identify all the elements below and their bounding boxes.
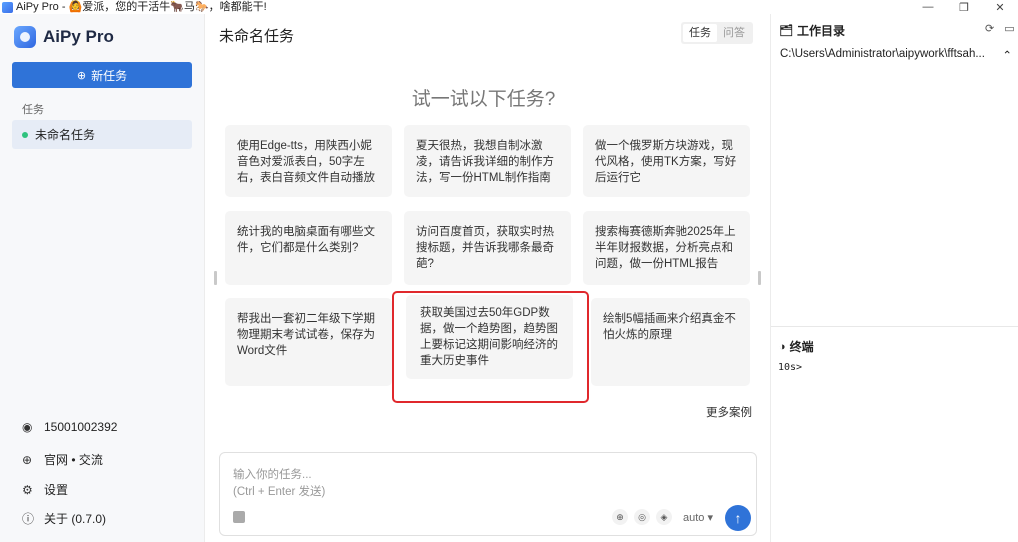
example-card[interactable]: 搜索梅赛德斯奔驰2025年上半年财报数据，分析亮点和问题，做一份HTML报告 bbox=[583, 211, 750, 285]
window-titlebar: AiPy Pro - 🙆爱派，您的干活牛🐂马🐎，啥都能干! — ❐ ✕ bbox=[0, 0, 1018, 14]
example-card[interactable]: 帮我出一套初二年级下学期物理期末考试试卷，保存为Word文件 bbox=[225, 298, 392, 386]
workdir-path-row[interactable]: C:\Users\Administrator\aipywork\fftsah..… bbox=[780, 48, 1012, 62]
logo-text: AiPy Pro bbox=[43, 27, 114, 46]
terminal-output: 10s> bbox=[778, 362, 803, 373]
right-panel: 🗂 工作目录 ⟳ ▭ C:\Users\Administrator\aipywo… bbox=[770, 14, 1018, 542]
task-input-placeholder: 输入你的任务... (Ctrl + Enter 发送) bbox=[233, 467, 325, 501]
minimize-button[interactable]: — bbox=[910, 0, 946, 14]
scroll-left-marker bbox=[214, 271, 217, 285]
app-icon bbox=[2, 1, 13, 13]
terminal-icon: ◑ bbox=[779, 340, 786, 353]
example-card-text: 做一个俄罗斯方块游戏，现代风格，使用TK方案，写好后运行它 bbox=[595, 140, 737, 184]
account-label: 15001002392 bbox=[44, 420, 118, 434]
more-examples-link[interactable]: 更多案例 bbox=[706, 404, 752, 420]
workdir-title: 工作目录 bbox=[796, 24, 845, 38]
open-folder-icon[interactable]: ▭ bbox=[1004, 22, 1014, 35]
gear-icon: ⚙ bbox=[22, 482, 33, 497]
about-label: 关于 (0.7.0) bbox=[44, 512, 107, 526]
new-task-label: 新任务 bbox=[91, 68, 128, 83]
terminal-header: ◑ 终端 bbox=[779, 338, 814, 355]
chevron-up-icon[interactable]: ⌃ bbox=[1002, 48, 1012, 62]
new-task-icon: ⊕ bbox=[76, 69, 87, 82]
tab-qa[interactable]: 问答 bbox=[717, 24, 751, 42]
app-logo: AiPy Pro bbox=[14, 26, 114, 48]
example-card[interactable]: 夏天很热，我想自制冰激凌，请告诉我详细的制作方法，写一份HTML制作指南 bbox=[404, 125, 571, 197]
tasks-section-label: 任务 bbox=[22, 104, 44, 116]
example-card-text: 访问百度首页，获取实时热搜标题，并告诉我哪条最奇葩? bbox=[416, 226, 554, 270]
example-card[interactable]: 统计我的电脑桌面有哪些文件，它们都是什么类别? bbox=[225, 211, 392, 285]
account-item[interactable]: ◉ 15001002392 bbox=[22, 420, 202, 434]
example-card[interactable]: 使用Edge-tts，用陕西小妮音色对爱派表白，50字左右，表白音频文件自动播放 bbox=[225, 125, 392, 197]
mode-switch: 任务 问答 bbox=[681, 22, 753, 44]
send-button[interactable]: ↑ bbox=[725, 505, 751, 531]
info-icon: ⓘ bbox=[22, 512, 35, 526]
example-card-text: 统计我的电脑桌面有哪些文件，它们都是什么类别? bbox=[237, 226, 375, 254]
page-title: 未命名任务 bbox=[219, 28, 295, 45]
sidebar: AiPy Pro ⊕ 新任务 任务 未命名任务 ◉ 15001002392 ⊕ … bbox=[0, 14, 205, 542]
folder-tree-icon: 🗂 bbox=[779, 25, 793, 37]
scroll-right-marker bbox=[758, 271, 761, 285]
close-button[interactable]: ✕ bbox=[982, 0, 1018, 14]
site-links-item[interactable]: ⊕ 官网 • 交流 bbox=[22, 451, 202, 468]
task-label: 未命名任务 bbox=[35, 128, 96, 142]
example-card-text: 使用Edge-tts，用陕西小妮音色对爱派表白，50字左右，表白音频文件自动播放 bbox=[237, 140, 375, 184]
task-status-dot bbox=[22, 131, 28, 138]
globe-icon: ⊕ bbox=[22, 452, 33, 467]
terminal-title: 终端 bbox=[789, 340, 814, 354]
placeholder-line-1: 输入你的任务... bbox=[233, 469, 312, 481]
attach-icon[interactable] bbox=[233, 511, 245, 523]
restore-button[interactable]: ❐ bbox=[946, 0, 982, 14]
tab-task[interactable]: 任务 bbox=[683, 24, 717, 42]
location-tool-icon[interactable]: ◎ bbox=[634, 509, 650, 525]
example-card[interactable]: 做一个俄罗斯方块游戏，现代风格，使用TK方案，写好后运行它 bbox=[583, 125, 750, 197]
main-panel: 未命名任务 任务 问答 试一试以下任务? 使用Edge-tts，用陕西小妮音色对… bbox=[206, 14, 769, 542]
panel-divider bbox=[771, 326, 1018, 327]
settings-item[interactable]: ⚙ 设置 bbox=[22, 481, 202, 498]
example-card-text: 帮我出一套初二年级下学期物理期末考试试卷，保存为Word文件 bbox=[237, 313, 375, 357]
globe-tool-icon[interactable]: ⊕ bbox=[612, 509, 628, 525]
settings-label: 设置 bbox=[44, 483, 69, 497]
task-input-box[interactable]: 输入你的任务... (Ctrl + Enter 发送) ⊕ ◎ ◈ auto ▾… bbox=[219, 452, 757, 536]
site-links-label: 官网 • 交流 bbox=[44, 453, 103, 467]
example-card[interactable]: 绘制5幅插画来介绍真金不怕火炼的原理 bbox=[591, 298, 750, 386]
example-card-text: 绘制5幅插画来介绍真金不怕火炼的原理 bbox=[603, 313, 736, 341]
about-item[interactable]: ⓘ 关于 (0.7.0) bbox=[22, 510, 202, 527]
workdir-path: C:\Users\Administrator\aipywork\fftsah..… bbox=[780, 48, 985, 60]
example-card-text: 搜索梅赛德斯奔驰2025年上半年财报数据，分析亮点和问题，做一份HTML报告 bbox=[595, 226, 736, 270]
example-card-text: 夏天很热，我想自制冰激凌，请告诉我详细的制作方法，写一份HTML制作指南 bbox=[416, 140, 554, 184]
user-icon: ◉ bbox=[22, 420, 33, 434]
example-card[interactable]: 访问百度首页，获取实时热搜标题，并告诉我哪条最奇葩? bbox=[404, 211, 571, 285]
refresh-icon[interactable]: ⟳ bbox=[985, 22, 994, 35]
workdir-actions: ⟳ ▭ bbox=[985, 22, 1018, 35]
task-list-item[interactable]: 未命名任务 bbox=[12, 120, 192, 149]
logo-icon bbox=[14, 26, 36, 48]
tag-tool-icon[interactable]: ◈ bbox=[656, 509, 672, 525]
window-controls: — ❐ ✕ bbox=[910, 0, 1018, 14]
placeholder-line-2: (Ctrl + Enter 发送) bbox=[233, 486, 326, 498]
try-heading: 试一试以下任务? bbox=[411, 89, 556, 110]
example-card-text: 获取美国过去50年GDP数据，做一个趋势图，趋势图上要标记这期间影响经济的重大历… bbox=[420, 307, 558, 367]
workdir-header: 🗂 工作目录 bbox=[779, 22, 845, 39]
new-task-button[interactable]: ⊕ 新任务 bbox=[12, 62, 192, 88]
model-select[interactable]: auto ▾ bbox=[683, 511, 713, 524]
window-title: AiPy Pro - 🙆爱派，您的干活牛🐂马🐎，啥都能干! bbox=[16, 1, 267, 13]
example-card-highlighted[interactable]: 获取美国过去50年GDP数据，做一个趋势图，趋势图上要标记这期间影响经济的重大历… bbox=[392, 291, 589, 403]
